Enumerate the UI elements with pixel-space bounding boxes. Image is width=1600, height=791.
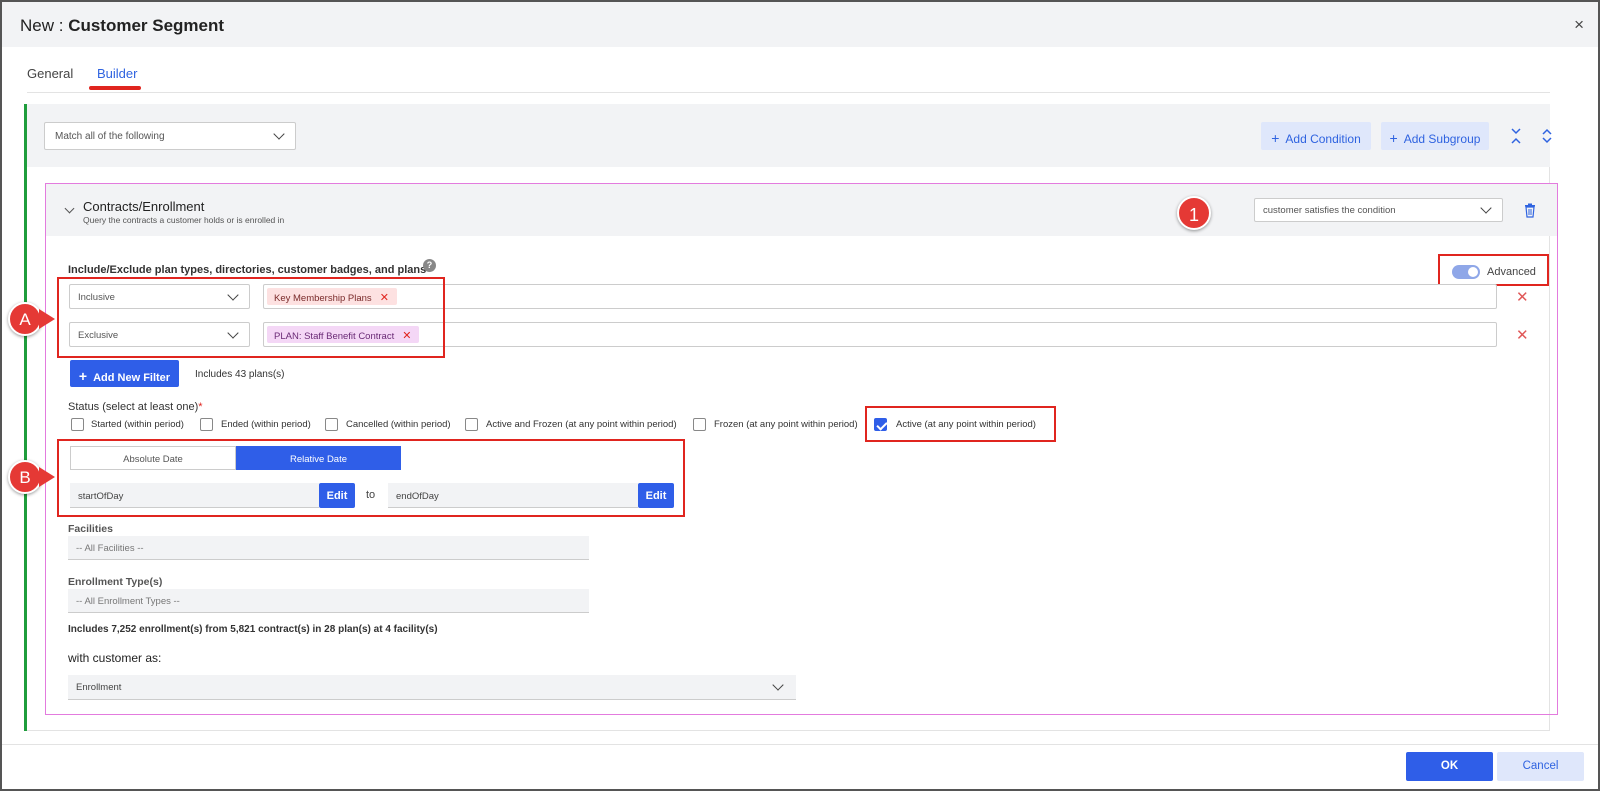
enrollment-types-label: Enrollment Type(s) [68, 576, 163, 588]
active-tab-indicator [89, 86, 141, 90]
ok-button[interactable]: OK [1406, 752, 1493, 781]
checkbox-started[interactable] [71, 418, 84, 431]
title-prefix: New : [20, 16, 69, 35]
chevron-down-icon [772, 679, 784, 691]
trash-icon[interactable] [1524, 203, 1536, 218]
plus-icon: + [78, 368, 88, 384]
facilities-label: Facilities [68, 523, 113, 535]
checkbox-label: Frozen (at any point within period) [714, 419, 858, 430]
dialog-header: New : Customer Segment × [2, 2, 1598, 47]
add-subgroup-button[interactable]: + Add Subgroup [1381, 122, 1489, 150]
add-subgroup-label: Add Subgroup [1403, 132, 1481, 146]
add-new-filter-button[interactable]: + Add New Filter [70, 360, 179, 387]
chevron-down-icon [1480, 202, 1492, 214]
status-label: Status (select at least one)* [68, 401, 203, 413]
summary-text: Includes 7,252 enrollment(s) from 5,821 … [68, 624, 438, 635]
facilities-select[interactable]: -- All Facilities -- [68, 536, 589, 560]
enrollment-types-select[interactable]: -- All Enrollment Types -- [68, 589, 589, 613]
filters-label: Include/Exclude plan types, directories,… [68, 264, 427, 276]
advanced-toggle[interactable]: Advanced [1444, 259, 1538, 286]
plus-icon: + [1271, 130, 1280, 146]
checkbox-frozen[interactable] [693, 418, 706, 431]
plus-icon: + [1389, 130, 1398, 146]
group-indicator-bar [24, 104, 27, 731]
highlight-active-status [865, 406, 1056, 442]
checkbox-ended[interactable] [200, 418, 213, 431]
condition-subtitle: Query the contracts a customer holds or … [83, 215, 285, 225]
callout-badge-1: 1 [1177, 196, 1211, 230]
highlight-dates [57, 439, 685, 517]
tab-general[interactable]: General [27, 66, 73, 81]
toggle-switch[interactable] [1452, 265, 1480, 279]
condition-title: Contracts/Enrollment [83, 199, 205, 214]
filter-tag-field[interactable]: Key Membership Plans ✕ [263, 284, 1497, 309]
add-new-filter-label: Add New Filter [93, 372, 171, 384]
toggle-knob [1468, 267, 1478, 277]
callout-arrow [39, 309, 55, 329]
tabs-divider [27, 92, 1550, 93]
add-condition-label: Add Condition [1285, 132, 1361, 146]
satisfy-condition-value: customer satisfies the condition [1263, 205, 1396, 216]
customer-as-select[interactable]: Enrollment [68, 675, 796, 700]
includes-plans-text: Includes 43 plans(s) [195, 369, 285, 380]
checkbox-cancelled[interactable] [325, 418, 338, 431]
remove-filter-icon[interactable]: ✕ [1516, 288, 1529, 306]
checkbox-label: Cancelled (within period) [346, 419, 451, 430]
checkbox-label: Started (within period) [91, 419, 184, 430]
chevron-down-icon [273, 128, 285, 140]
customer-as-value: Enrollment [76, 682, 122, 693]
checkbox-label: Ended (within period) [221, 419, 311, 430]
close-icon[interactable]: × [1574, 15, 1584, 35]
help-icon[interactable]: ? [423, 259, 436, 272]
callout-badge-b: B [8, 460, 42, 494]
callout-badge-a: A [8, 302, 42, 336]
cancel-button[interactable]: Cancel [1497, 752, 1584, 781]
title-main: Customer Segment [68, 16, 225, 35]
advanced-label: Advanced [1487, 266, 1536, 278]
satisfy-condition-select[interactable]: customer satisfies the condition [1254, 198, 1503, 222]
remove-filter-icon[interactable]: ✕ [1516, 326, 1529, 344]
callout-arrow [39, 467, 55, 487]
required-marker: * [198, 401, 203, 413]
expand-all-icon[interactable] [1539, 127, 1555, 145]
collapse-all-icon[interactable] [1508, 127, 1524, 145]
add-condition-button[interactable]: + Add Condition [1261, 122, 1371, 150]
status-label-text: Status (select at least one) [68, 401, 199, 413]
match-mode-value: Match all of the following [55, 131, 165, 142]
checkbox-active-frozen[interactable] [465, 418, 478, 431]
customer-as-label: with customer as: [68, 651, 162, 665]
dialog-title: New : Customer Segment [20, 16, 224, 36]
checkbox-label: Active and Frozen (at any point within p… [486, 419, 677, 430]
tab-builder[interactable]: Builder [97, 66, 137, 81]
highlight-filters [57, 277, 445, 358]
footer-divider [2, 744, 1598, 745]
match-mode-select[interactable]: Match all of the following [44, 122, 296, 150]
filter-tag-field[interactable]: PLAN: Staff Benefit Contract ✕ [263, 322, 1497, 347]
